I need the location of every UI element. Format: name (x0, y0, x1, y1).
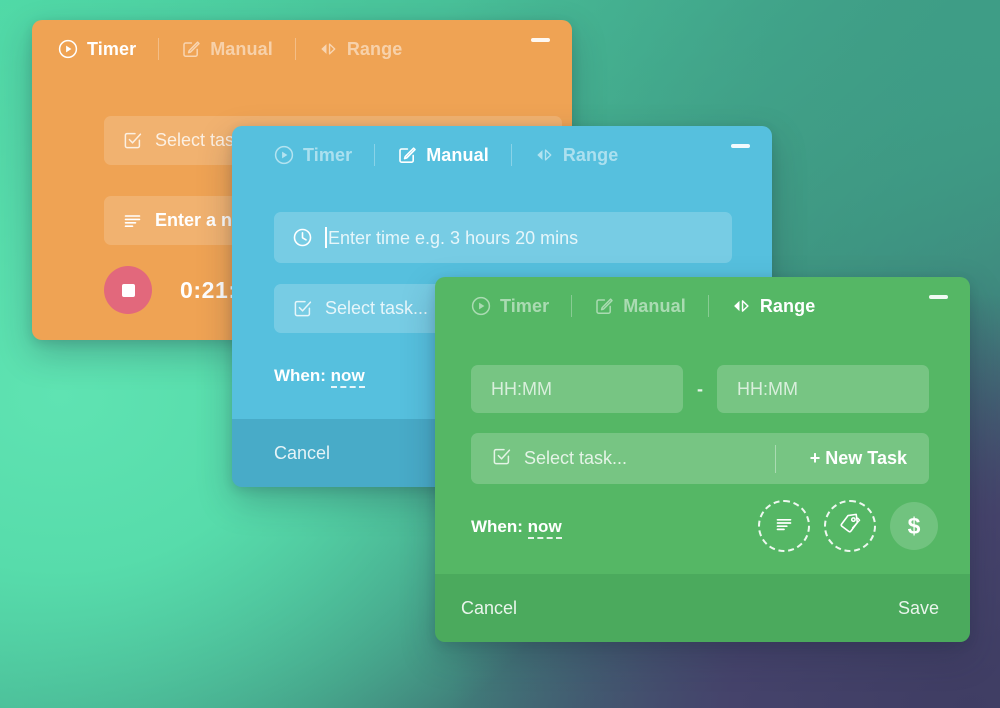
tab-manual[interactable]: Manual (181, 39, 273, 60)
tab-manual-label: Manual (623, 295, 686, 316)
tab-range-label: Range (562, 144, 619, 165)
tab-timer[interactable]: Timer (58, 39, 136, 60)
range-when-row[interactable]: When: now (471, 517, 562, 539)
tab-timer[interactable]: Timer (274, 145, 352, 166)
range-arrows-icon (534, 145, 554, 165)
play-circle-icon (274, 145, 294, 165)
clock-icon (292, 227, 313, 248)
add-note-button[interactable] (758, 500, 810, 552)
manual-when-value[interactable]: now (330, 366, 365, 388)
play-circle-icon (58, 39, 78, 59)
pencil-square-icon (594, 296, 614, 316)
timer-card-body: Timer Manual Range Select task... Enter … (32, 20, 572, 314)
pencil-square-icon (397, 145, 417, 165)
manual-when-row[interactable]: When: now (274, 366, 365, 388)
text-caret (325, 226, 327, 248)
manual-when-label: When: (274, 366, 326, 385)
note-lines-icon (122, 210, 143, 231)
tab-divider (510, 144, 512, 166)
tab-divider (374, 144, 376, 166)
tab-divider (707, 295, 709, 317)
tag-icon (838, 512, 862, 541)
minimize-button[interactable] (929, 295, 948, 299)
app-background: Timer Manual Range Select task... Enter … (0, 0, 1000, 708)
play-circle-icon (471, 296, 491, 316)
billable-button[interactable]: $ (890, 502, 938, 550)
range-action-buttons: $ (758, 500, 938, 552)
manual-card-body: Timer Manual Range Enter time e.g. 3 hou… (232, 126, 772, 487)
dollar-icon: $ (907, 512, 921, 539)
tab-divider (158, 38, 160, 60)
divider (774, 444, 776, 473)
tab-range[interactable]: Range (534, 145, 619, 166)
cancel-button[interactable]: Cancel (461, 598, 517, 619)
manual-tab-bar: Timer Manual Range (232, 126, 772, 184)
tab-timer-label: Timer (87, 38, 137, 59)
tab-manual-label: Manual (426, 144, 489, 165)
pencil-square-icon (181, 39, 201, 59)
range-end-input[interactable]: HH:MM (717, 365, 929, 413)
save-button[interactable]: Save (898, 598, 939, 619)
range-task-row: Select task... + New Task (471, 433, 929, 484)
note-lines-icon (773, 513, 795, 540)
tab-timer[interactable]: Timer (471, 296, 549, 317)
stop-button[interactable] (104, 266, 152, 314)
tab-divider (571, 295, 573, 317)
range-time-row: HH:MM - HH:MM (471, 365, 929, 413)
minimize-button[interactable] (731, 144, 750, 148)
task-check-icon (292, 298, 313, 319)
range-when-label: When: (471, 517, 523, 536)
cancel-button[interactable]: Cancel (274, 443, 330, 464)
range-arrows-icon (318, 39, 338, 59)
tab-timer-label: Timer (500, 295, 550, 316)
new-task-button[interactable]: + New Task (788, 448, 929, 469)
tab-manual[interactable]: Manual (594, 296, 686, 317)
add-tag-button[interactable] (824, 500, 876, 552)
timer-tab-bar: Timer Manual Range (32, 20, 572, 78)
tab-range[interactable]: Range (731, 296, 816, 317)
range-arrows-icon (731, 296, 751, 316)
tab-manual-label: Manual (210, 38, 273, 59)
tab-range[interactable]: Range (318, 39, 403, 60)
task-check-icon (122, 130, 143, 151)
tab-range-label: Range (346, 38, 403, 59)
range-when-value[interactable]: now (527, 517, 562, 539)
range-tab-bar: Timer Manual Range (435, 277, 970, 335)
manual-task-placeholder: Select task... (325, 298, 429, 318)
range-footer: Cancel Save (435, 574, 970, 642)
minimize-button[interactable] (531, 38, 550, 42)
range-card-body: Timer Manual Range HH:MM - HH:MM Select … (435, 277, 970, 642)
task-check-icon (491, 446, 512, 472)
tab-manual[interactable]: Manual (397, 145, 489, 166)
range-card[interactable]: Timer Manual Range HH:MM - HH:MM Select … (435, 277, 970, 642)
tab-range-label: Range (759, 295, 816, 316)
range-start-input[interactable]: HH:MM (471, 365, 683, 413)
tab-divider (294, 38, 296, 60)
manual-time-input[interactable]: Enter time e.g. 3 hours 20 mins (274, 212, 732, 263)
manual-time-placeholder: Enter time e.g. 3 hours 20 mins (325, 226, 578, 249)
tab-timer-label: Timer (303, 144, 353, 165)
stop-square-icon (121, 283, 135, 297)
range-separator: - (697, 378, 703, 399)
range-task-placeholder[interactable]: Select task... (524, 448, 627, 469)
